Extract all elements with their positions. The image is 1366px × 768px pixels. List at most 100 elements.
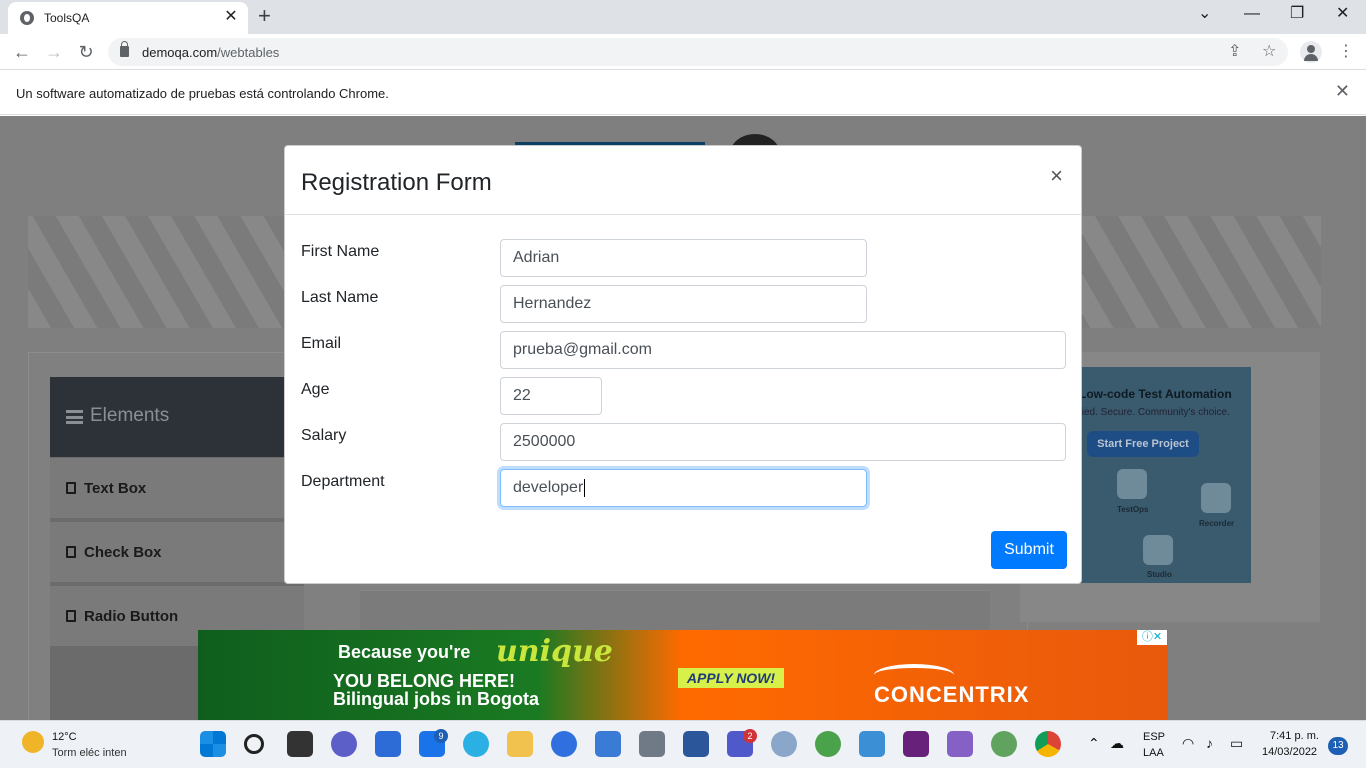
clock-date[interactable]: 14/03/2022: [1262, 746, 1317, 758]
document-icon: [66, 482, 76, 494]
browser-toolbar: ← → ↻ demoqa.com/webtables ⇪ ☆ ⋮: [0, 34, 1366, 70]
profile-avatar[interactable]: [1300, 41, 1322, 63]
ad-headline: Low-code Test Automation: [1079, 387, 1232, 401]
share-icon[interactable]: ⇪: [1228, 40, 1241, 64]
wifi-icon[interactable]: ◠: [1182, 735, 1194, 752]
r-app-icon[interactable]: [771, 731, 797, 757]
modal-header: Registration Form ×: [285, 146, 1081, 215]
last-name-input[interactable]: Hernandez: [500, 285, 867, 323]
teams-badge: 2: [743, 729, 757, 743]
search-icon[interactable]: [244, 734, 264, 754]
close-tab-icon[interactable]: ✕: [222, 8, 240, 26]
department-value: developer: [513, 479, 584, 496]
restore-icon[interactable]: ❐: [1290, 4, 1304, 24]
infobar-message: Un software automatizado de pruebas está…: [16, 86, 389, 101]
studio-icon: [1143, 535, 1173, 565]
word-icon[interactable]: [683, 731, 709, 757]
network-app-icon[interactable]: [991, 731, 1017, 757]
ad-chip-label: Studio: [1147, 570, 1172, 579]
url-text: demoqa.com/webtables: [142, 45, 280, 60]
store-icon[interactable]: [375, 731, 401, 757]
ad-line-1: Because you're: [338, 642, 471, 662]
age-input[interactable]: 22: [500, 377, 602, 415]
close-modal-icon[interactable]: ×: [1050, 164, 1063, 188]
chrome-icon[interactable]: [1035, 731, 1061, 757]
task-view-icon[interactable]: [287, 731, 313, 757]
firefox-icon[interactable]: [551, 731, 577, 757]
clock-time[interactable]: 7:41 p. m.: [1270, 730, 1319, 742]
onedrive-icon[interactable]: ☁: [1110, 735, 1124, 752]
tab-title: ToolsQA: [44, 11, 90, 25]
text-caret: [584, 478, 586, 497]
lock-icon[interactable]: [120, 41, 129, 57]
back-icon[interactable]: ←: [10, 40, 34, 64]
adchoices-icon[interactable]: ⓘ✕: [1137, 630, 1167, 645]
file-explorer-icon[interactable]: [507, 731, 533, 757]
menu-kebab-icon[interactable]: ⋮: [1338, 40, 1354, 64]
first-name-label: First Name: [301, 243, 380, 260]
close-infobar-icon[interactable]: ✕: [1335, 81, 1350, 102]
remote-desktop-icon[interactable]: [859, 731, 885, 757]
document-icon: [66, 610, 76, 622]
visual-studio-icon[interactable]: [903, 731, 929, 757]
weather-desc: Torm eléc inten: [52, 747, 127, 759]
bookmark-star-icon[interactable]: ☆: [1262, 40, 1276, 64]
language-line-1[interactable]: ESP: [1143, 731, 1165, 743]
sidebar-item-check-box[interactable]: Check Box: [50, 522, 304, 584]
notification-badge[interactable]: 13: [1328, 737, 1348, 755]
battery-icon[interactable]: ▭: [1230, 735, 1243, 752]
testops-icon: [1117, 469, 1147, 499]
ad-subline: fied. Secure. Community's choice.: [1079, 407, 1230, 418]
ad-chip-label: Recorder: [1199, 519, 1235, 528]
age-label: Age: [301, 381, 330, 398]
email-label: Email: [301, 335, 342, 352]
visual-studio-preview-icon[interactable]: [947, 731, 973, 757]
sidebar-header-label: Elements: [90, 405, 170, 426]
forward-icon[interactable]: →: [42, 40, 66, 64]
language-line-2[interactable]: LAA: [1143, 747, 1164, 759]
weather-icon[interactable]: [22, 731, 44, 753]
tray-chevron-icon[interactable]: ⌃: [1088, 735, 1100, 752]
edge-icon[interactable]: [463, 731, 489, 757]
windows-start-icon[interactable]: [200, 731, 226, 757]
new-tab-icon[interactable]: +: [258, 4, 271, 28]
sidebar-item-text-box[interactable]: Text Box: [50, 458, 304, 520]
recorder-icon: [1201, 483, 1231, 513]
volume-icon[interactable]: ♪: [1206, 735, 1213, 751]
submit-button[interactable]: Submit: [991, 531, 1067, 569]
menu-icon: [66, 410, 83, 424]
modal-title: Registration Form: [301, 169, 492, 196]
globe-icon: [20, 11, 34, 25]
department-label: Department: [301, 473, 385, 490]
sidebar-header-elements[interactable]: Elements: [50, 377, 304, 457]
last-name-label: Last Name: [301, 289, 379, 306]
apply-now-button[interactable]: APPLY NOW!: [678, 668, 784, 688]
notepad-icon[interactable]: [595, 731, 621, 757]
minimize-icon[interactable]: —: [1244, 4, 1260, 24]
teams-chat-icon[interactable]: [331, 731, 357, 757]
windows-taskbar: 12°C Torm eléc inten 9 2 ⌃ ☁ ESP LAA ◠ ♪…: [0, 720, 1366, 768]
first-name-input[interactable]: Adrian: [500, 239, 867, 277]
start-free-project-button[interactable]: Start Free Project: [1087, 431, 1199, 457]
tab-search-icon[interactable]: ⌄: [1198, 4, 1211, 24]
sidebar-item-label: Text Box: [84, 480, 147, 497]
bottom-banner-ad[interactable]: Because you're unique YOU BELONG HERE! B…: [198, 630, 1168, 720]
document-icon: [66, 546, 76, 558]
calculator-icon[interactable]: [639, 731, 665, 757]
salary-input[interactable]: 2500000: [500, 423, 1066, 461]
department-input[interactable]: developer: [500, 469, 867, 507]
address-bar[interactable]: demoqa.com/webtables ⇪ ☆: [108, 38, 1288, 66]
browser-tab[interactable]: ToolsQA ✕: [8, 2, 248, 34]
weather-temp: 12°C: [52, 731, 77, 743]
automation-infobar: Un software automatizado de pruebas está…: [0, 71, 1366, 115]
chrome-dev-icon[interactable]: [815, 731, 841, 757]
ad-chip-label: TestOps: [1117, 505, 1149, 514]
ad-brand: CONCENTRIX: [874, 682, 1030, 707]
mail-badge: 9: [434, 729, 448, 743]
ad-accent-word: unique: [496, 634, 613, 669]
registration-modal: Registration Form × First Name Adrian La…: [284, 145, 1082, 584]
salary-label: Salary: [301, 427, 347, 444]
close-window-icon[interactable]: ✕: [1336, 4, 1349, 24]
reload-icon[interactable]: ↻: [74, 40, 98, 64]
email-input[interactable]: prueba@gmail.com: [500, 331, 1066, 369]
